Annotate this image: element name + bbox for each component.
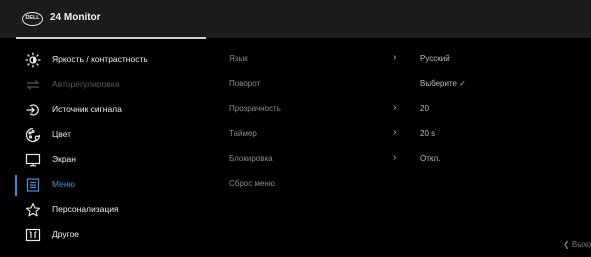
chevron-right-icon: › [393,102,397,113]
submenu-item-value: Русский [420,54,450,63]
submenu-item-value: 20 [420,104,429,113]
color-icon [25,127,41,143]
menu-item-personalize[interactable]: Персонализация [0,198,210,223]
submenu-item-lock[interactable]: Блокировка › Откл. [229,148,591,173]
menu-item-menu[interactable]: Меню [0,173,210,198]
menu-item-label: Персонализация [52,204,119,214]
menu-item-label: Авторегулировка [52,79,120,89]
menu-item-display[interactable]: Экран [0,148,210,173]
auto-adjust-icon [25,77,41,93]
menu-item-others[interactable]: Другое [0,223,210,248]
menu-item-auto-adjust: Авторегулировка [0,73,210,98]
menu-item-label: Источник сигнала [52,104,122,114]
menu-item-color[interactable]: Цвет [0,123,210,148]
display-icon [25,152,41,168]
exit-button[interactable]: ❮ Выход [563,240,591,249]
submenu-item-reset-menu[interactable]: Сброс меню [229,173,591,198]
selection-indicator [15,175,17,196]
others-icon [25,227,41,243]
submenu-item-label: Таймер [229,129,257,138]
menu-item-input-source[interactable]: Источник сигнала [0,98,210,123]
submenu-item-label: Прозрачность [229,104,281,113]
osd-window: DELL 24 Monitor Яркость / контрастность … [0,0,591,257]
submenu-item-rotation[interactable]: Поворот Выберите ✓ [229,73,591,98]
menu-item-label: Другое [52,229,80,239]
menu-icon [25,177,41,193]
submenu-item-label: Поворот [229,79,261,88]
menu-item-brightness-contrast[interactable]: Яркость / контрастность [0,48,210,73]
brightness-icon [25,52,41,68]
osd-header: DELL 24 Monitor [0,0,591,38]
header-underline [16,37,206,39]
monitor-title: 24 Monitor [50,12,101,23]
menu-item-label: Меню [52,179,75,189]
chevron-right-icon: › [393,127,397,138]
submenu-item-label: Сброс меню [229,179,275,188]
star-icon [25,202,41,218]
submenu-item-label: Блокировка [229,154,273,163]
submenu-item-label: Язык [229,54,248,63]
chevron-right-icon: › [393,52,397,63]
input-source-icon [25,102,41,118]
menu-item-label: Цвет [52,129,72,139]
submenu-item-transparency[interactable]: Прозрачность › 20 [229,98,591,123]
submenu-item-value: Откл. [420,154,441,163]
submenu-item-timer[interactable]: Таймер › 20 s [229,123,591,148]
dell-logo: DELL [22,12,43,26]
menu-item-label: Яркость / контрастность [52,54,148,64]
chevron-right-icon: › [393,152,397,163]
submenu-item-language[interactable]: Язык › Русский [229,48,591,73]
submenu-item-value: Выберите ✓ [420,79,466,88]
submenu-item-value: 20 s [420,129,436,138]
menu-item-label: Экран [52,154,76,164]
